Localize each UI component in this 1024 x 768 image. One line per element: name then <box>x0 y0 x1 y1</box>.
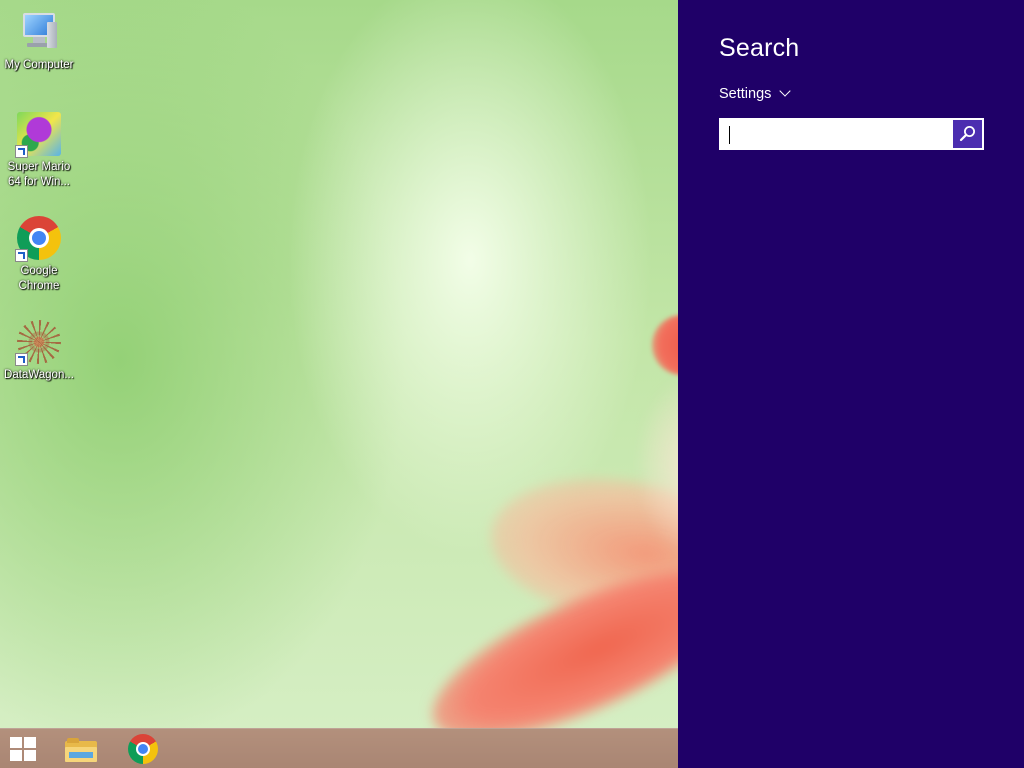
search-button[interactable] <box>953 120 982 148</box>
windows-logo-icon <box>10 737 37 761</box>
wallpaper-petal <box>652 315 678 375</box>
charm-title: Search <box>719 34 800 62</box>
taskbar <box>0 728 678 768</box>
search-charm-pane: Search Settings <box>678 0 1024 768</box>
desktop-icon-my-computer[interactable]: My Computer <box>2 8 76 73</box>
my-computer-icon <box>15 8 63 56</box>
desktop-icon-label: My Computer <box>4 59 74 71</box>
taskbar-google-chrome[interactable] <box>112 729 174 768</box>
search-scope-dropdown[interactable]: Settings <box>719 85 792 102</box>
desktop-icon-label: Google Chrome <box>18 265 60 292</box>
chrome-icon <box>128 734 158 764</box>
desktop[interactable]: My Computer Super Mario 64 for Win... Go… <box>0 0 678 768</box>
shortcut-arrow-icon <box>15 249 28 262</box>
shortcut-arrow-icon <box>15 353 28 366</box>
desktop-icon-google-chrome[interactable]: Google Chrome <box>2 214 76 294</box>
desktop-icon-label: DataWagon... <box>4 369 74 381</box>
folder-icon <box>65 738 97 762</box>
text-caret <box>729 126 730 144</box>
chrome-icon <box>15 214 63 262</box>
search-input[interactable] <box>721 120 953 148</box>
magnifier-icon <box>959 126 975 142</box>
taskbar-file-explorer[interactable] <box>50 729 112 768</box>
desktop-icon-super-mario[interactable]: Super Mario 64 for Win... <box>2 110 76 190</box>
start-button[interactable] <box>0 729 50 768</box>
desktop-icon-datawagon[interactable]: DataWagon... <box>2 318 76 383</box>
datawagon-icon <box>15 318 63 366</box>
super-mario-icon <box>15 110 63 158</box>
chevron-down-icon <box>779 85 792 97</box>
search-scope-label: Settings <box>719 86 772 102</box>
desktop-icon-label: Super Mario 64 for Win... <box>7 161 71 188</box>
search-box <box>719 118 984 150</box>
shortcut-arrow-icon <box>15 145 28 158</box>
